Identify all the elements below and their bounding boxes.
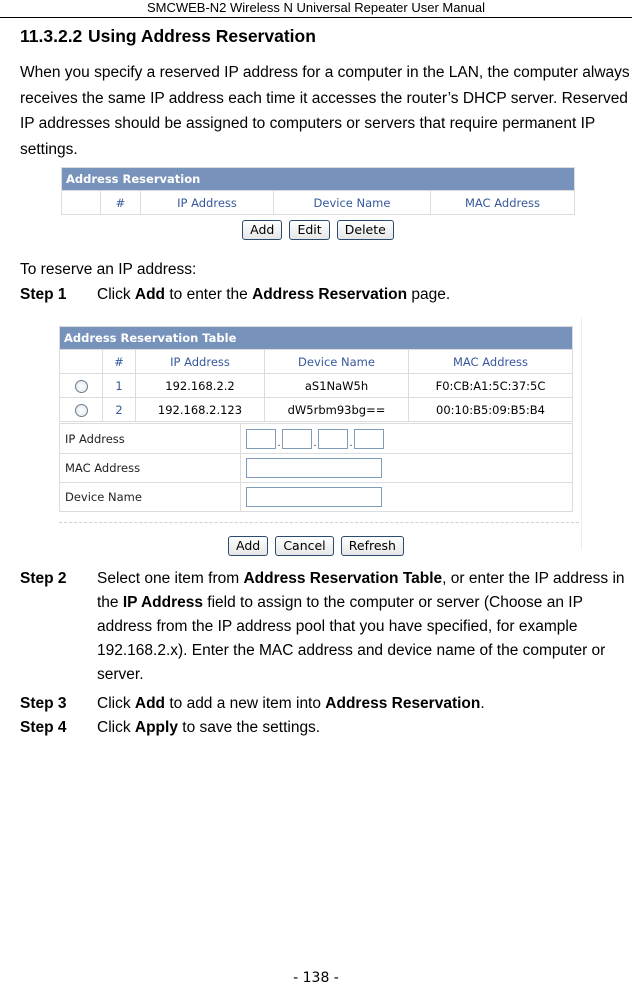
row-ip: 192.168.2.123 (135, 397, 265, 422)
divider (59, 522, 579, 523)
add-button[interactable]: Add (242, 220, 283, 240)
section-title: 11.3.2.2 Using Address Reservation (20, 26, 316, 47)
mac-address-label: MAC Address (59, 453, 241, 483)
step-4: Step 4 Click Apply to save the settings. (20, 716, 630, 740)
ip-octet-2-input[interactable] (282, 428, 312, 449)
col-number: # (100, 190, 141, 215)
table-title: Address Reservation Table (59, 326, 573, 350)
page-number: - 138 - (293, 970, 339, 986)
step-3-text: Click Add to add a new item into Address… (97, 695, 485, 712)
row-device-name: aS1NaW5h (264, 373, 409, 398)
col-mac-address: MAC Address (430, 190, 575, 215)
table-row: 2 192.168.2.123 dW5rbm93bg== 00:10:B5:09… (59, 397, 573, 422)
edit-button[interactable]: Edit (289, 220, 330, 240)
step-2-label: Step 2 (20, 570, 67, 587)
device-name-label: Device Name (59, 482, 241, 512)
device-name-input[interactable] (246, 487, 382, 507)
table-row: 1 192.168.2.2 aS1NaW5h F0:CB:A1:5C:37:5C (59, 373, 573, 398)
step-1: Step 1 Click Add to enter the Address Re… (20, 283, 630, 307)
refresh-button[interactable]: Refresh (340, 536, 404, 556)
col-mac-address: MAC Address (408, 349, 573, 374)
ip-octet-4-input[interactable] (354, 428, 384, 449)
step-3-label: Step 3 (20, 695, 67, 712)
add-button[interactable]: Add (228, 536, 269, 556)
col-select (59, 349, 103, 374)
instruction: To reserve an IP address: (20, 261, 197, 278)
step-3: Step 3 Click Add to add a new item into … (20, 692, 630, 716)
row-device-name: dW5rbm93bg== (264, 397, 409, 422)
row-radio-button[interactable] (74, 379, 88, 393)
col-device-name: Device Name (273, 190, 431, 215)
section-title-text: Using Address Reservation (88, 26, 316, 46)
col-number: # (102, 349, 136, 374)
ip-address-label: IP Address (59, 423, 241, 454)
col-ip-address: IP Address (135, 349, 265, 374)
figure-edge-line (581, 318, 582, 550)
row-number: 2 (102, 397, 136, 422)
col-device-name: Device Name (264, 349, 409, 374)
mac-address-input[interactable] (246, 458, 382, 478)
row-mac: 00:10:B5:09:B5:B4 (408, 397, 573, 422)
reservation-table: Address Reservation Table # IP Address D… (59, 326, 573, 422)
col-select (61, 190, 101, 215)
cancel-button[interactable]: Cancel (275, 536, 334, 556)
row-radio-button[interactable] (74, 403, 88, 417)
step-2-text: Select one item from Address Reservation… (97, 570, 625, 683)
ip-octet-1-input[interactable] (246, 428, 276, 449)
reservation-form: IP Address ... MAC Address Device Name (59, 423, 573, 512)
step-2: Step 2 Select one item from Address Rese… (20, 567, 632, 687)
address-reservation-table: Address Reservation # IP Address Device … (61, 167, 575, 215)
row-mac: F0:CB:A1:5C:37:5C (408, 373, 573, 398)
step-4-text: Click Apply to save the settings. (97, 719, 321, 736)
page-header: SMCWEB-N2 Wireless N Universal Repeater … (0, 0, 632, 18)
ip-octet-3-input[interactable] (318, 428, 348, 449)
delete-button[interactable]: Delete (336, 220, 394, 240)
ip-address-field: ... (240, 423, 573, 454)
table-header-row: # IP Address Device Name MAC Address (61, 190, 575, 215)
step-4-label: Step 4 (20, 719, 67, 736)
step-1-label: Step 1 (20, 286, 67, 303)
figure-address-reservation-table: Address Reservation Table # IP Address D… (59, 326, 579, 556)
button-row: Add Cancel Refresh (59, 535, 573, 556)
intro-paragraph: When you specify a reserved IP address f… (20, 64, 630, 158)
col-ip-address: IP Address (140, 190, 274, 215)
row-ip: 192.168.2.2 (135, 373, 265, 398)
step-1-text: Click Add to enter the Address Reservati… (97, 286, 451, 303)
row-number: 1 (102, 373, 136, 398)
figure-address-reservation: Address Reservation # IP Address Device … (61, 167, 575, 240)
button-row: Add Edit Delete (61, 219, 575, 240)
table-title: Address Reservation (61, 167, 575, 191)
table-header-row: # IP Address Device Name MAC Address (59, 349, 573, 374)
section-number: 11.3.2.2 (20, 26, 83, 46)
